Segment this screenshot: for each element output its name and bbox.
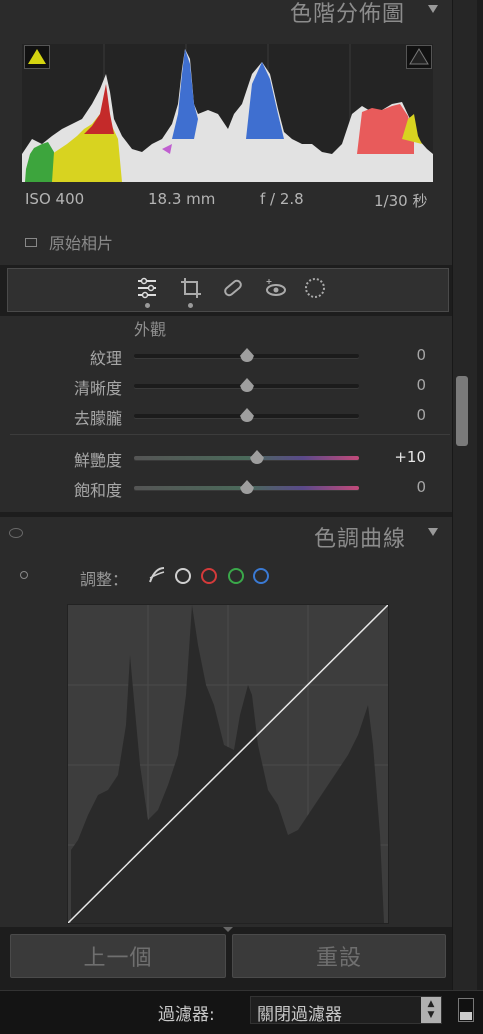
collapse-tone-curve-icon[interactable] bbox=[428, 528, 438, 536]
iso-value: ISO 400 bbox=[25, 190, 85, 208]
slider-value[interactable]: 0 bbox=[416, 406, 426, 424]
shadow-clipping-icon bbox=[28, 49, 46, 64]
shutter-value: 1/30 秒 bbox=[374, 192, 428, 210]
healing-icon[interactable] bbox=[221, 276, 245, 300]
previous-button[interactable]: 上一個 bbox=[10, 934, 226, 978]
slider-label: 紋理 bbox=[89, 349, 122, 368]
tone-curve-title[interactable]: 色調曲線 bbox=[314, 521, 406, 553]
edit-sliders-icon[interactable] bbox=[136, 276, 160, 300]
highlight-clipping-toggle[interactable] bbox=[406, 45, 432, 69]
active-indicator bbox=[145, 303, 150, 308]
slider-value[interactable]: 0 bbox=[416, 346, 426, 364]
tone-curve-graph[interactable] bbox=[67, 604, 389, 924]
reset-button[interactable]: 重設 bbox=[232, 934, 446, 978]
channel-blue-icon[interactable] bbox=[253, 568, 269, 584]
histogram-panel: 色階分佈圖 ISO 400 18.3 mm f / 2.8 1/30 秒 原始相… bbox=[0, 0, 452, 265]
channel-green-icon[interactable] bbox=[228, 568, 244, 584]
checkbox-icon bbox=[25, 237, 37, 247]
tone-curve-chart bbox=[67, 604, 389, 924]
slider-label: 清晰度 bbox=[73, 379, 122, 398]
filter-select[interactable]: 關閉過濾器 ▲ ▼ bbox=[250, 996, 442, 1025]
channel-white-icon[interactable] bbox=[175, 568, 191, 584]
toggle-knob bbox=[460, 1012, 472, 1020]
filter-label: 過濾器: bbox=[158, 1005, 215, 1025]
slider-label: 飽和度 bbox=[73, 481, 122, 500]
presence-section-label: 外觀 bbox=[134, 320, 167, 339]
slider-value[interactable]: +10 bbox=[394, 448, 426, 466]
histogram-title[interactable]: 色階分佈圖 bbox=[290, 0, 405, 28]
filter-lock-toggle[interactable] bbox=[458, 998, 474, 1022]
visibility-eye-icon[interactable] bbox=[9, 528, 23, 538]
slider-saturation[interactable]: 飽和度 0 bbox=[0, 472, 452, 502]
right-scrollbar[interactable] bbox=[452, 0, 477, 990]
histogram-graph bbox=[22, 44, 433, 182]
original-photo-toggle[interactable]: 原始相片 bbox=[25, 230, 113, 254]
slider-clarity[interactable]: 清晰度 0 bbox=[0, 370, 452, 400]
shadow-clipping-toggle[interactable] bbox=[24, 45, 50, 69]
filter-select-value: 關閉過濾器 bbox=[257, 1005, 342, 1025]
slider-vibrance[interactable]: 鮮艷度 +10 bbox=[0, 442, 452, 472]
slider-dehaze[interactable]: 去朦朧 0 bbox=[0, 400, 452, 430]
slider-label: 去朦朧 bbox=[73, 409, 122, 428]
parametric-curve-icon[interactable] bbox=[148, 566, 166, 584]
histogram-chart bbox=[22, 44, 433, 182]
collapse-histogram-icon[interactable] bbox=[428, 5, 438, 13]
crop-indicator bbox=[188, 303, 193, 308]
divider bbox=[10, 434, 450, 435]
select-updown-icon: ▲ ▼ bbox=[421, 997, 441, 1023]
scrollbar-thumb[interactable] bbox=[456, 376, 468, 446]
aperture-value: f / 2.8 bbox=[260, 190, 304, 208]
slider-label: 鮮艷度 bbox=[73, 451, 122, 470]
channel-red-icon[interactable] bbox=[201, 568, 217, 584]
adjust-label: 調整： bbox=[80, 570, 129, 589]
original-photo-label: 原始相片 bbox=[49, 234, 114, 253]
focal-length-value: 18.3 mm bbox=[148, 190, 216, 208]
slider-value[interactable]: 0 bbox=[416, 478, 426, 496]
crop-icon[interactable] bbox=[179, 276, 203, 300]
highlight-clipping-icon bbox=[409, 48, 429, 65]
slider-value[interactable]: 0 bbox=[416, 376, 426, 394]
panel-end-marker-icon bbox=[223, 927, 233, 932]
target-adjust-icon[interactable] bbox=[20, 571, 28, 579]
slider-texture[interactable]: 紋理 0 bbox=[0, 340, 452, 370]
mask-icon[interactable] bbox=[303, 276, 327, 300]
red-eye-icon[interactable] bbox=[264, 276, 288, 300]
slider-track[interactable] bbox=[134, 456, 359, 460]
